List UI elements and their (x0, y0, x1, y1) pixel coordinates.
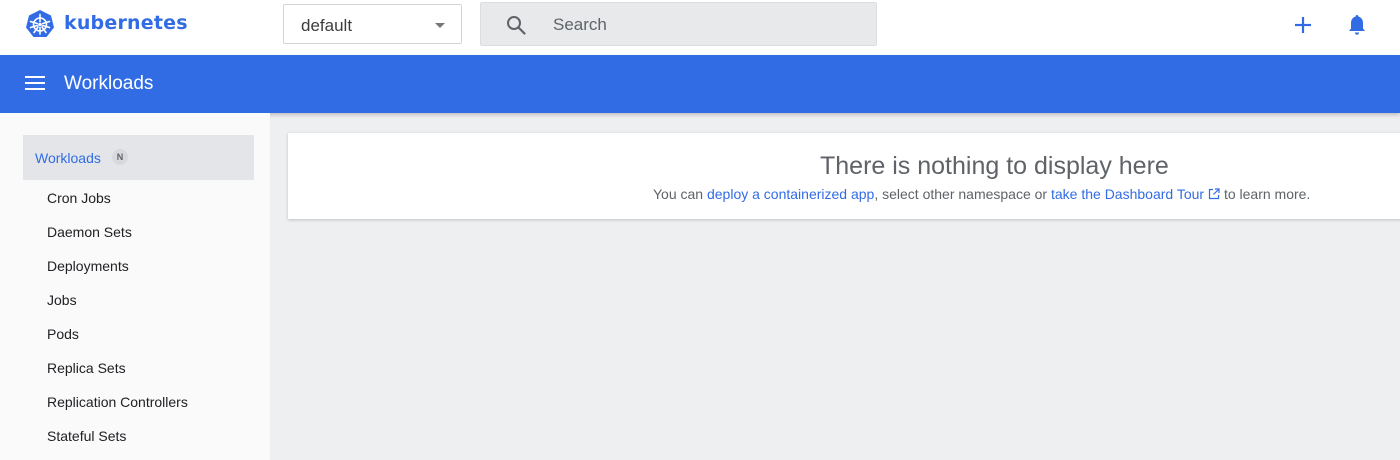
message-text: to learn more. (1220, 186, 1311, 202)
brand-name[interactable]: kubernetes (64, 12, 188, 34)
empty-state-title: There is nothing to display here (820, 152, 1169, 180)
menu-icon[interactable] (25, 76, 45, 92)
message-text: , select other namespace or (874, 186, 1051, 202)
sidebar-item-workloads[interactable]: Workloads N (23, 135, 254, 180)
sidebar-item-pods[interactable]: Pods (23, 317, 254, 351)
page-header: Workloads (0, 55, 1400, 113)
sidebar-item-daemon-sets[interactable]: Daemon Sets (23, 215, 254, 249)
sidebar: Workloads N Cron Jobs Daemon Sets Deploy… (0, 113, 270, 460)
namespaced-badge: N (112, 149, 128, 165)
sidebar-item-label: Pods (47, 326, 79, 342)
sidebar-item-replication-controllers[interactable]: Replication Controllers (23, 385, 254, 419)
sidebar-item-label: Jobs (47, 292, 77, 308)
sidebar-item-label: Workloads (35, 150, 101, 166)
deploy-app-link[interactable]: deploy a containerized app (707, 186, 874, 202)
sidebar-item-replica-sets[interactable]: Replica Sets (23, 351, 254, 385)
dashboard-tour-link[interactable]: take the Dashboard Tour (1051, 186, 1204, 202)
sidebar-item-label: Replication Controllers (47, 394, 188, 410)
namespace-select[interactable]: default (283, 4, 462, 44)
namespace-value: default (301, 16, 353, 35)
bell-icon[interactable] (1346, 13, 1368, 37)
sidebar-item-stateful-sets[interactable]: Stateful Sets (23, 419, 254, 453)
sidebar-item-jobs[interactable]: Jobs (23, 283, 254, 317)
sidebar-item-label: Deployments (47, 258, 129, 274)
kubernetes-logo-icon[interactable] (25, 9, 55, 39)
empty-state-card: There is nothing to display here You can… (288, 133, 1400, 219)
page-title: Workloads (64, 73, 154, 94)
search-box[interactable] (480, 2, 877, 46)
search-icon (507, 16, 526, 35)
sidebar-item-label: Daemon Sets (47, 224, 132, 240)
sidebar-item-label: Stateful Sets (47, 428, 127, 444)
sidebar-item-deployments[interactable]: Deployments (23, 249, 254, 283)
sidebar-item-label: Cron Jobs (47, 190, 111, 206)
message-text: You can (653, 186, 707, 202)
search-input[interactable] (553, 13, 853, 37)
plus-icon[interactable] (1292, 14, 1314, 36)
sidebar-item-cron-jobs[interactable]: Cron Jobs (23, 181, 254, 215)
top-bar: kubernetes default (0, 0, 1400, 55)
sidebar-item-label: Replica Sets (47, 360, 126, 376)
external-link-icon[interactable] (1208, 188, 1220, 200)
chevron-down-icon (435, 23, 445, 28)
empty-state-message: You can deploy a containerized app, sele… (653, 186, 1310, 202)
